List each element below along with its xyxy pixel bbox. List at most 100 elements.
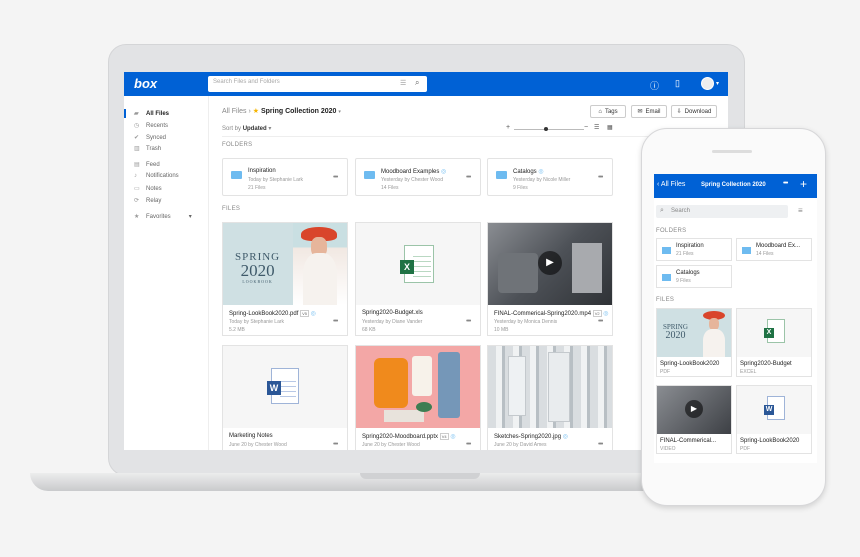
folder-card[interactable]: Catalogs ◎ Yesterday by Nicole Miller 9 F…	[487, 158, 613, 196]
breadcrumb-root[interactable]: All Files	[222, 108, 247, 115]
folder-name-text: Moodboard Examples	[381, 169, 440, 175]
tags-button[interactable]: ⌂ Tags	[590, 105, 626, 118]
video-thumbnail: ▶	[488, 223, 612, 305]
mobile-file-card[interactable]: SPRING 2020 Spring-LookBook2020 PDF	[656, 308, 732, 377]
zoom-slider[interactable]: +	[506, 124, 590, 131]
sort-icon[interactable]: ≡	[798, 206, 803, 215]
sidebar-item-notes[interactable]: ▭ Notes	[134, 185, 162, 192]
more-options-icon[interactable]: •••	[466, 174, 471, 181]
version-badge: V2	[592, 310, 602, 317]
sidebar-item-feed[interactable]: ▤ Feed	[134, 161, 160, 168]
more-options-icon[interactable]: •••	[466, 318, 471, 325]
back-button[interactable]: ‹ All Files	[657, 181, 685, 188]
zoom-out-icon[interactable]: −	[584, 124, 588, 131]
file-card[interactable]: Sketches-Spring2020.jpg ◎ June 20 by Dav…	[487, 345, 613, 450]
mobile-title: Spring Collection 2020	[701, 182, 766, 188]
plus-icon[interactable]: +	[800, 177, 807, 191]
zoom-handle[interactable]	[544, 127, 548, 131]
download-label: Download	[684, 108, 712, 115]
email-button[interactable]: ✉ Email	[631, 105, 667, 118]
mobile-folder[interactable]: Inspiration 21 Files	[656, 238, 732, 261]
more-options-icon[interactable]: •••	[333, 318, 338, 325]
sort-value: Updated	[242, 126, 267, 132]
feed-icon: ▤	[134, 162, 140, 168]
sidebar-item-notifications[interactable]: ♪ Notifications	[134, 173, 179, 179]
search-placeholder: Search Files and Folders	[213, 79, 280, 85]
sidebar-item-relay[interactable]: ⟳ Relay	[134, 197, 161, 204]
chevron-down-icon[interactable]: ▾	[338, 109, 341, 115]
grid-view-icon[interactable]: ▦	[607, 124, 613, 131]
star-icon: ★	[134, 214, 140, 220]
mobile-folder[interactable]: Catalogs 9 Files	[656, 265, 732, 288]
folder-icon	[496, 171, 507, 179]
sidebar-item-all-files[interactable]: ▰ All Files	[124, 109, 169, 118]
sidebar-item-label: Trash	[146, 146, 162, 152]
sidebar-item-recents[interactable]: ◷ Recents	[134, 122, 168, 129]
zoom-in-icon[interactable]: +	[506, 124, 510, 131]
list-view-icon[interactable]: ☰	[594, 124, 599, 131]
play-icon[interactable]: ▶	[685, 400, 703, 418]
file-name: FINAL-Commerical-Spring2020.mp4 V2 ◎	[494, 310, 609, 317]
more-options-icon[interactable]: •••	[598, 318, 603, 325]
file-card[interactable]: Spring2020-Moodboard.pptx V4 ◎ June 20 b…	[355, 345, 481, 450]
sort-control[interactable]: Sort by Updated ▾	[222, 125, 271, 132]
mobile-file-card[interactable]: W Spring-LookBook2020 PDF	[736, 385, 812, 454]
excel-thumbnail: X	[356, 223, 480, 305]
file-type: EXCEL	[740, 369, 757, 375]
file-card[interactable]: X Spring2020-Budget.xls Yesterday by Dia…	[355, 222, 481, 336]
file-size: 5.2 MB	[229, 327, 245, 333]
sidebar-item-trash[interactable]: ▥ Trash	[134, 145, 161, 152]
chevron-down-icon[interactable]: ▾	[189, 214, 192, 220]
collab-icon: ◎	[450, 434, 456, 440]
folder-card[interactable]: Inspiration Today by Stephanie Lark 21 Fi…	[222, 158, 348, 196]
folders-heading: FOLDERS	[222, 142, 253, 148]
sidebar-item-favorites[interactable]: ★ Favorites ▾	[134, 213, 192, 220]
filter-icon[interactable]: ☰	[400, 79, 406, 87]
desktop-app: box Search Files and Folders ☰ ⌕ ⓘ ▯ ▾ ▰…	[124, 72, 728, 450]
box-logo[interactable]: box	[134, 76, 157, 91]
word-icon: W	[764, 396, 785, 420]
breadcrumb-current[interactable]: Spring Collection 2020	[261, 108, 336, 115]
folder-icon	[231, 171, 242, 179]
file-name-text: Spring-LookBook2020.pdf	[229, 311, 299, 317]
breadcrumb: All Files › ★ Spring Collection 2020 ▾	[222, 107, 341, 115]
chevron-left-icon: ‹	[657, 181, 660, 188]
play-icon[interactable]: ▶	[538, 251, 562, 275]
search-icon[interactable]: ⌕	[415, 78, 419, 88]
tag-icon: ⌂	[598, 108, 602, 115]
video-thumbnail: ▶	[657, 386, 731, 434]
help-icon[interactable]: ⓘ	[650, 79, 659, 92]
folder-icon: ▰	[134, 111, 139, 117]
apps-icon[interactable]: ▯	[675, 78, 680, 89]
star-icon[interactable]: ★	[253, 108, 259, 115]
more-options-icon[interactable]: •••	[333, 441, 338, 448]
sidebar-item-synced[interactable]: ✔ Synced	[134, 134, 166, 141]
file-card[interactable]: SPRING 2020 LOOKBOOK Spring-LookBook2020…	[222, 222, 348, 336]
more-options-icon[interactable]: •••	[466, 441, 471, 448]
folder-name: Inspiration	[248, 168, 276, 174]
more-options-icon[interactable]: •••	[783, 180, 788, 187]
file-card[interactable]: W Marketing Notes June 20 by Chester Woo…	[222, 345, 348, 450]
file-updated: June 20 by Chester Wood	[229, 442, 287, 448]
download-button[interactable]: ⇩ Download	[671, 105, 717, 118]
mobile-search-input[interactable]: ⌕ Search	[656, 205, 788, 218]
mobile-file-card[interactable]: ▶ FINAL-Commerical... VIDEO	[656, 385, 732, 454]
file-type: PDF	[740, 446, 750, 452]
avatar[interactable]	[701, 77, 714, 90]
folder-card[interactable]: Moodboard Examples ◎ Yesterday by Cheste…	[355, 158, 481, 196]
file-name: Spring2020-Budget.xls	[362, 310, 423, 316]
mobile-file-card[interactable]: X Spring2020-Budget EXCEL	[736, 308, 812, 377]
mobile-search-placeholder: Search	[671, 208, 691, 214]
file-card[interactable]: ▶ FINAL-Commerical-Spring2020.mp4 V2 ◎ Y…	[487, 222, 613, 336]
mobile-folder[interactable]: Moodboard Ex... 14 Files	[736, 238, 812, 261]
sidebar-item-label: Favorites	[146, 214, 171, 220]
search-input[interactable]: Search Files and Folders ☰ ⌕	[208, 76, 427, 92]
folder-updated: Today by Stephanie Lark	[248, 177, 304, 183]
more-options-icon[interactable]: •••	[333, 174, 338, 181]
more-options-icon[interactable]: •••	[598, 174, 603, 181]
more-options-icon[interactable]: •••	[598, 441, 603, 448]
chevron-down-icon[interactable]: ▾	[716, 80, 719, 87]
moodboard-thumbnail	[356, 346, 480, 428]
sidebar-item-label: Synced	[146, 135, 167, 141]
lookbook-cover-text: SPRING 2020 LOOKBOOK	[235, 251, 280, 284]
